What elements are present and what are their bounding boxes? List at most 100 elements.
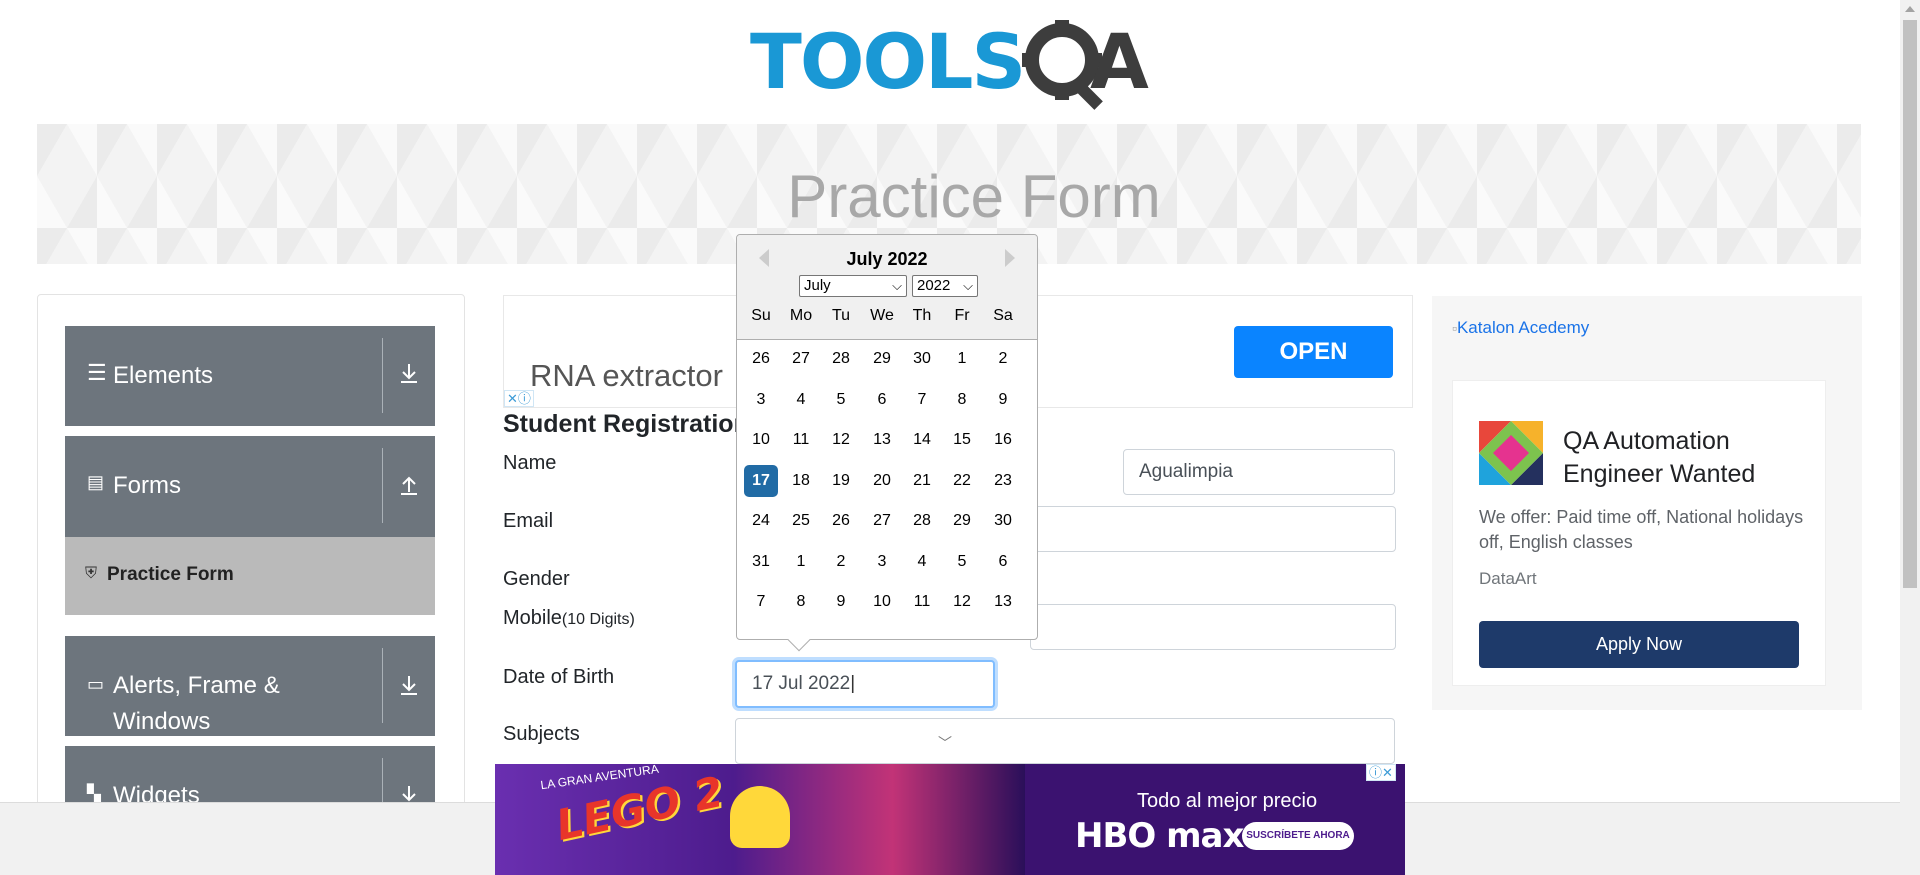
calendar-day[interactable]: 12 bbox=[945, 586, 979, 618]
calendar-day[interactable]: 27 bbox=[784, 343, 818, 375]
calendar-day-selected[interactable]: 17 bbox=[744, 464, 778, 497]
toolsqa-logo[interactable]: TOOLS A bbox=[750, 16, 1154, 112]
ad-close-icon[interactable]: ⓘ✕ bbox=[1366, 764, 1396, 781]
calendar-day[interactable]: 27 bbox=[865, 505, 899, 537]
calendar-day[interactable]: 29 bbox=[945, 505, 979, 537]
calendar-day[interactable]: 22 bbox=[945, 465, 979, 497]
next-month-icon[interactable] bbox=[1005, 249, 1015, 267]
dob-value: 17 Jul 2022 bbox=[752, 673, 851, 694]
calendar-day[interactable]: 23 bbox=[986, 465, 1020, 497]
chevron-down-icon[interactable]: ﹀ bbox=[938, 733, 952, 753]
mobile-input[interactable] bbox=[1030, 604, 1396, 650]
chevron-down-icon: ⌵ bbox=[892, 278, 902, 293]
calendar-day[interactable]: 4 bbox=[784, 384, 818, 416]
calendar-day[interactable]: 8 bbox=[945, 384, 979, 416]
calendar-day[interactable]: 15 bbox=[945, 424, 979, 456]
download-arrow-icon[interactable] bbox=[393, 674, 425, 703]
calendar-day[interactable]: 7 bbox=[905, 384, 939, 416]
calendar-day[interactable]: 11 bbox=[905, 586, 939, 618]
ad-banner-bottom[interactable]: LA GRAN AVENTURA LEGO 2 Todo al mejor pr… bbox=[495, 764, 1405, 875]
calendar-day[interactable]: 2 bbox=[824, 546, 858, 578]
calendar-day[interactable]: 11 bbox=[784, 424, 818, 456]
calendar-day[interactable]: 18 bbox=[784, 465, 818, 497]
calendar-day[interactable]: 10 bbox=[744, 424, 778, 456]
calendar-day[interactable]: 13 bbox=[865, 424, 899, 456]
day-name: Tu bbox=[831, 307, 851, 324]
calendar-day[interactable]: 12 bbox=[824, 424, 858, 456]
calendar-day[interactable]: 4 bbox=[905, 546, 939, 578]
calendar-day[interactable]: 28 bbox=[905, 505, 939, 537]
calendar-day[interactable]: 20 bbox=[865, 465, 899, 497]
divider bbox=[382, 648, 383, 723]
datepicker-header: July 2022 July ⌵ 2022 ⌵ Su Mo Tu We Th Fr Sa bbox=[737, 235, 1037, 340]
sidebar-group-alerts[interactable]: ▭ Alerts, Frame & Windows bbox=[65, 636, 435, 736]
day-name: Th bbox=[912, 307, 932, 324]
calendar-day[interactable]: 7 bbox=[744, 586, 778, 618]
calendar-day[interactable]: 6 bbox=[865, 384, 899, 416]
upload-arrow-icon[interactable] bbox=[393, 474, 425, 503]
subjects-input[interactable]: ﹀ bbox=[735, 718, 1395, 764]
html5-icon: ⛨ bbox=[85, 565, 98, 582]
calendar-day[interactable]: 24 bbox=[744, 505, 778, 537]
hbo-promo: Todo al mejor precio HBO max SUSCRÍBETE … bbox=[1025, 764, 1405, 875]
calendar-day[interactable]: 25 bbox=[784, 505, 818, 537]
mobile-label: Mobile(10 Digits) bbox=[503, 607, 635, 630]
scroll-up-icon[interactable] bbox=[1905, 6, 1915, 12]
year-select[interactable]: 2022 ⌵ bbox=[912, 275, 978, 297]
calendar-day[interactable]: 10 bbox=[865, 586, 899, 618]
sidebar: ☰ Elements ▤ Forms ⛨ Practice Form ▭ Ale… bbox=[37, 294, 465, 875]
date-of-birth-input[interactable]: 17 Jul 2022| bbox=[735, 660, 995, 708]
calendar-day[interactable]: 3 bbox=[865, 546, 899, 578]
gender-label: Gender bbox=[503, 568, 570, 590]
hbo-max-logo: HBO max bbox=[1075, 816, 1244, 856]
last-name-input[interactable]: Agualimpia bbox=[1123, 449, 1395, 495]
email-input[interactable] bbox=[1030, 506, 1396, 552]
sidebar-group-label: Forms bbox=[113, 472, 181, 499]
calendar-day[interactable]: 16 bbox=[986, 424, 1020, 456]
calendar-day[interactable]: 3 bbox=[744, 384, 778, 416]
calendar-day[interactable]: 31 bbox=[744, 546, 778, 578]
dataart-logo bbox=[1479, 421, 1543, 485]
calendar-day[interactable]: 13 bbox=[986, 586, 1020, 618]
calendar-day[interactable]: 26 bbox=[744, 343, 778, 375]
calendar-day[interactable]: 14 bbox=[905, 424, 939, 456]
calendar-day[interactable]: 9 bbox=[824, 586, 858, 618]
subscribe-button[interactable]: SUSCRÍBETE AHORA bbox=[1242, 822, 1354, 850]
calendar-day[interactable]: 9 bbox=[986, 384, 1020, 416]
calendar-day[interactable]: 19 bbox=[824, 465, 858, 497]
calendar-day[interactable]: 2 bbox=[986, 343, 1020, 375]
window-icon: ▭ bbox=[87, 674, 105, 694]
scrollbar[interactable] bbox=[1900, 0, 1920, 875]
calendar-day[interactable]: 6 bbox=[986, 546, 1020, 578]
ad-headline-line1: QA Automation bbox=[1563, 427, 1730, 455]
calendar-day[interactable]: 5 bbox=[945, 546, 979, 578]
name-label: Name bbox=[503, 452, 557, 474]
calendar-day[interactable]: 8 bbox=[784, 586, 818, 618]
calendar-day[interactable]: 1 bbox=[784, 546, 818, 578]
job-ad-card[interactable]: QA Automation Engineer Wanted We offer: P… bbox=[1452, 380, 1826, 686]
apply-now-button[interactable]: Apply Now bbox=[1479, 621, 1799, 668]
calendar-day[interactable]: 30 bbox=[905, 343, 939, 375]
chevron-down-icon: ⌵ bbox=[963, 278, 973, 293]
calendar-day[interactable]: 26 bbox=[824, 505, 858, 537]
sidebar-item-label: Practice Form bbox=[107, 564, 234, 585]
download-arrow-icon[interactable] bbox=[393, 362, 425, 391]
calendar-day[interactable]: 29 bbox=[865, 343, 899, 375]
sidebar-group-forms[interactable]: ▤ Forms bbox=[65, 436, 435, 538]
calendar-day[interactable]: 5 bbox=[824, 384, 858, 416]
ad-close-icon[interactable]: ✕ⓘ bbox=[504, 390, 534, 407]
katalon-academy-image[interactable]: ▫Katalon Acedemy bbox=[1452, 318, 1589, 338]
scrollbar-thumb[interactable] bbox=[1903, 20, 1917, 588]
calendar-day[interactable]: 21 bbox=[905, 465, 939, 497]
calendar-day[interactable]: 28 bbox=[824, 343, 858, 375]
ad-open-button[interactable]: OPEN bbox=[1234, 326, 1393, 378]
month-select[interactable]: July ⌵ bbox=[799, 275, 907, 297]
sidebar-group-elements[interactable]: ☰ Elements bbox=[65, 326, 435, 426]
calendar-day[interactable]: 1 bbox=[945, 343, 979, 375]
datepicker-month-title: July 2022 bbox=[846, 249, 928, 269]
mobile-label-text: Mobile bbox=[503, 607, 562, 629]
day-name: Su bbox=[751, 307, 771, 324]
sidebar-item-practice-form[interactable]: ⛨ Practice Form bbox=[65, 537, 435, 615]
email-label: Email bbox=[503, 510, 554, 532]
calendar-day[interactable]: 30 bbox=[986, 505, 1020, 537]
